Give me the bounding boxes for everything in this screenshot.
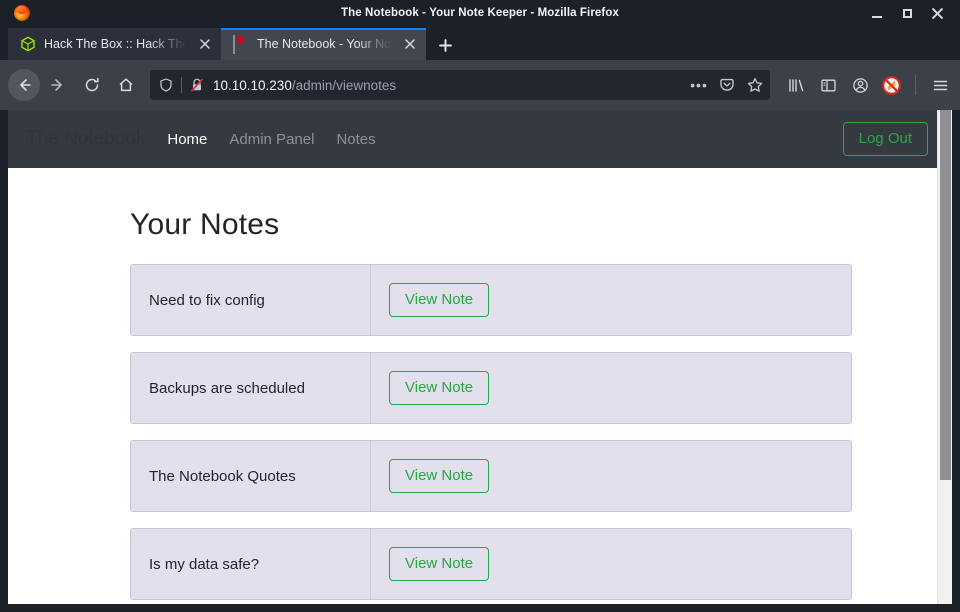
tab-close-icon[interactable]: [197, 36, 213, 52]
site-navbar: The Notebook Home Admin Panel Notes Log …: [8, 110, 952, 168]
url-actions: •••: [682, 76, 764, 94]
tab-title: The Notebook - Your Not: [257, 37, 394, 51]
note-title: The Notebook Quotes: [131, 441, 371, 511]
view-note-button[interactable]: View Note: [389, 546, 490, 582]
window-title: The Notebook - Your Note Keeper - Mozill…: [341, 7, 619, 19]
site-nav-links: Home Admin Panel Notes: [167, 131, 375, 148]
noscript-icon[interactable]: [882, 75, 901, 95]
maximize-button[interactable]: [900, 6, 914, 20]
bookmark-star-icon[interactable]: [746, 76, 764, 94]
htb-cube-icon: [20, 36, 36, 52]
firefox-logo-icon: [14, 5, 30, 21]
notes-container: Your Notes Need to fix config View Note …: [130, 208, 852, 600]
browser-toolbar: 10.10.10.230/admin/viewnotes •••: [0, 60, 960, 110]
home-button[interactable]: [110, 69, 142, 101]
note-action-cell: View Note: [371, 265, 851, 335]
sidebar-icon[interactable]: [818, 75, 838, 95]
logout-button[interactable]: Log Out: [842, 121, 928, 157]
new-tab-button[interactable]: [430, 30, 460, 60]
page-actions-ellipsis-icon[interactable]: •••: [690, 76, 708, 94]
url-bar[interactable]: 10.10.10.230/admin/viewnotes •••: [150, 70, 770, 100]
toolbar-right-icons: [786, 75, 950, 95]
toolbar-divider: [915, 75, 916, 95]
nav-link-home[interactable]: Home: [167, 131, 207, 148]
note-title: Is my data safe?: [131, 529, 371, 599]
browser-tab-2[interactable]: The Notebook - Your Not: [221, 28, 426, 60]
note-row: Is my data safe? View Note: [130, 528, 852, 600]
close-button[interactable]: [930, 6, 944, 20]
note-row: Backups are scheduled View Note: [130, 352, 852, 424]
view-note-button[interactable]: View Note: [389, 282, 490, 318]
back-button[interactable]: [8, 69, 40, 101]
url-path: /admin/viewnotes: [291, 77, 397, 93]
note-action-cell: View Note: [371, 441, 851, 511]
web-page: The Notebook Home Admin Panel Notes Log …: [8, 110, 952, 604]
site-brand[interactable]: The Notebook: [26, 128, 145, 150]
nav-link-admin-panel[interactable]: Admin Panel: [229, 131, 314, 148]
save-to-pocket-icon[interactable]: [718, 76, 736, 94]
note-action-cell: View Note: [371, 353, 851, 423]
note-title: Need to fix config: [131, 265, 371, 335]
view-note-button[interactable]: View Note: [389, 458, 490, 494]
minimize-button[interactable]: [870, 6, 884, 20]
nav-link-notes[interactable]: Notes: [336, 131, 375, 148]
tracking-protection-shield-icon[interactable]: [158, 77, 174, 93]
browser-tab-1[interactable]: Hack The Box :: Hack The: [8, 28, 221, 60]
account-icon[interactable]: [850, 75, 870, 95]
tab-title: Hack The Box :: Hack The: [44, 37, 189, 51]
scrollbar-thumb[interactable]: [940, 110, 951, 480]
note-row: Need to fix config View Note: [130, 264, 852, 336]
page-title: Your Notes: [130, 208, 280, 241]
reload-button[interactable]: [76, 69, 108, 101]
page-scrollbar[interactable]: [937, 110, 952, 604]
notebook-icon: [233, 35, 249, 54]
tab-strip: Hack The Box :: Hack The The Notebook - …: [0, 26, 960, 60]
window-titlebar: The Notebook - Your Note Keeper - Mozill…: [0, 0, 960, 26]
note-action-cell: View Note: [371, 529, 851, 599]
note-title: Backups are scheduled: [131, 353, 371, 423]
url-separator: [181, 77, 182, 93]
page-content: Your Notes Need to fix config View Note …: [8, 168, 952, 600]
browser-window: The Notebook - Your Note Keeper - Mozill…: [0, 0, 960, 612]
note-row: The Notebook Quotes View Note: [130, 440, 852, 512]
app-menu-icon[interactable]: [930, 75, 950, 95]
forward-button[interactable]: [42, 69, 74, 101]
page-viewport: The Notebook Home Admin Panel Notes Log …: [8, 110, 952, 604]
url-text: 10.10.10.230/admin/viewnotes: [213, 78, 682, 93]
insecure-connection-icon[interactable]: [189, 77, 205, 93]
url-host: 10.10.10.230: [213, 77, 292, 93]
view-note-button[interactable]: View Note: [389, 370, 490, 406]
library-icon[interactable]: [786, 75, 806, 95]
tab-close-icon[interactable]: [402, 36, 418, 52]
window-controls: [870, 6, 952, 20]
